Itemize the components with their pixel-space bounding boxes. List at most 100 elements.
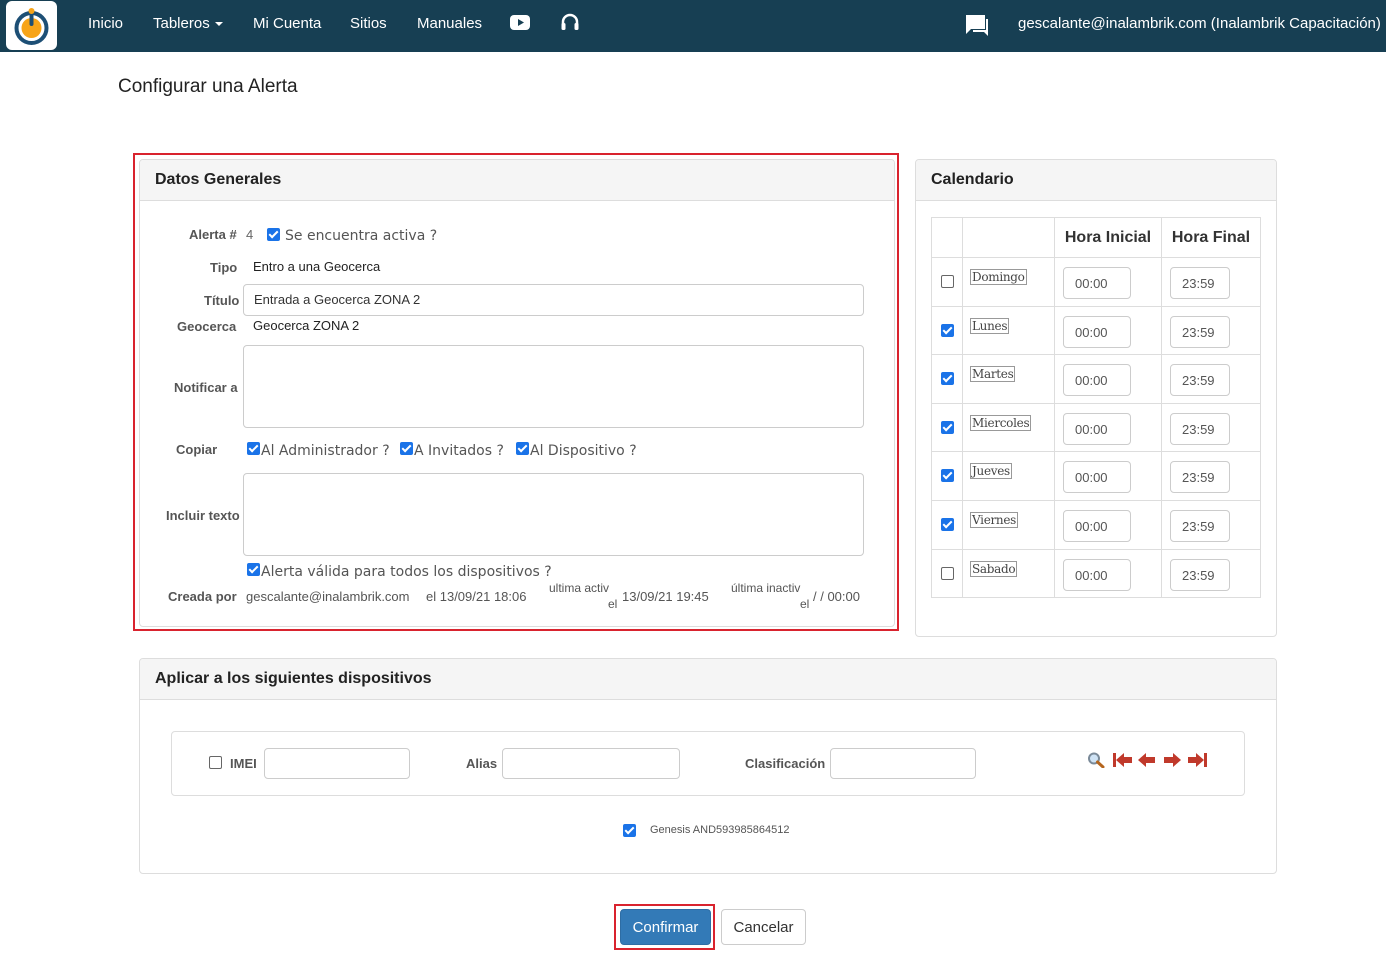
youtube-icon[interactable]: [510, 15, 530, 33]
geocerca-label: Geocerca: [177, 319, 237, 334]
ultima-inactiv-value: / / 00:00: [813, 589, 860, 604]
cancel-button[interactable]: Cancelar: [721, 909, 806, 945]
day-checkbox-domingo[interactable]: [941, 275, 954, 288]
alias-input[interactable]: [502, 748, 680, 779]
day-label-lunes: Lunes: [970, 317, 1010, 334]
start-time-lunes[interactable]: 00:00: [1063, 315, 1131, 348]
calendar-panel-heading: Calendario: [916, 160, 1276, 201]
alerta-number-label: Alerta #: [189, 227, 237, 242]
calendar-row: Lunes 00:00 23:59: [931, 305, 1261, 356]
geocerca-value: Geocerca ZONA 2: [253, 318, 360, 333]
imei-input[interactable]: [264, 748, 410, 779]
day-checkbox-viernes[interactable]: [941, 517, 954, 531]
calendar-row: Sabado 00:00 23:59: [931, 548, 1261, 599]
headset-icon[interactable]: [560, 13, 580, 35]
calendar-table: Hora Inicial Hora Final Domingo 00:00 23…: [931, 217, 1261, 599]
day-checkbox-lunes[interactable]: [941, 323, 954, 337]
creada-por-value: gescalante@inalambrik.com: [246, 589, 410, 604]
titulo-input[interactable]: Entrada a Geocerca ZONA 2: [243, 284, 864, 316]
ultima-activ-label: ultima activ: [549, 581, 610, 595]
end-time-domingo[interactable]: 23:59: [1170, 267, 1230, 299]
first-page-icon[interactable]: [1112, 752, 1134, 771]
alias-label: Alias: [466, 756, 498, 771]
devices-panel-heading: Aplicar a los siguientes dispositivos: [140, 659, 1276, 700]
day-checkbox-sabado[interactable]: [941, 566, 954, 580]
copiar-label: Copiar: [176, 442, 218, 457]
imei-checkbox[interactable]: [209, 756, 222, 769]
all-devices-checkbox[interactable]: [247, 563, 260, 576]
calendar-row: Domingo 00:00 23:59: [931, 257, 1261, 307]
nav-tableros[interactable]: Tableros: [153, 15, 223, 32]
nav-manuales[interactable]: Manuales: [417, 15, 482, 32]
day-checkbox-martes[interactable]: [941, 372, 954, 386]
chat-icon[interactable]: [965, 14, 989, 39]
end-time-sabado[interactable]: 23:59: [1170, 558, 1230, 591]
copy-device-checkbox[interactable]: [516, 442, 529, 455]
device-checkbox[interactable]: [623, 824, 636, 837]
cal-header-check: [931, 217, 963, 258]
page-title: Configurar una Alerta: [118, 76, 298, 97]
clasificacion-label: Clasificación: [745, 756, 826, 771]
creada-fecha: el 13/09/21 18:06: [426, 589, 527, 604]
next-page-icon[interactable]: [1162, 752, 1182, 771]
last-page-icon[interactable]: [1187, 752, 1209, 771]
top-navbar: Inicio Tableros Mi Cuenta Sitios Manuale…: [0, 0, 1386, 52]
incluir-texto-textarea[interactable]: [243, 473, 864, 556]
tipo-value: Entro a una Geocerca: [253, 259, 381, 274]
calendar-row: Viernes 00:00 23:59: [931, 499, 1261, 550]
day-checkbox-miercoles[interactable]: [941, 420, 954, 434]
end-time-martes[interactable]: 23:59: [1170, 364, 1230, 397]
previous-page-icon[interactable]: [1137, 752, 1157, 771]
incluir-texto-label: Incluir texto: [166, 508, 240, 523]
user-menu[interactable]: gescalante@inalambrik.com (Inalambrik Ca…: [1018, 15, 1386, 32]
nav-sitios[interactable]: Sitios: [350, 15, 387, 32]
chevron-down-icon: [214, 22, 223, 27]
tipo-label: Tipo: [210, 260, 238, 275]
imei-label: IMEI: [230, 756, 257, 771]
copy-guests-checkbox[interactable]: [400, 442, 413, 455]
notificar-textarea[interactable]: [243, 345, 864, 428]
ultima-inactiv-label: última inactiv: [731, 581, 801, 595]
start-time-martes[interactable]: 00:00: [1063, 364, 1131, 397]
cal-header-day: [962, 217, 1055, 258]
nav-mi-cuenta[interactable]: Mi Cuenta: [253, 15, 321, 32]
start-time-domingo[interactable]: 00:00: [1063, 267, 1131, 299]
copy-guests-label: A Invitados ?: [414, 443, 504, 459]
day-label-sabado: Sabado: [970, 560, 1018, 577]
start-time-sabado[interactable]: 00:00: [1063, 558, 1131, 591]
day-label-viernes: Viernes: [970, 511, 1019, 528]
clasificacion-input[interactable]: [830, 748, 976, 779]
ultima-activ-el: el: [608, 597, 618, 611]
alerta-number: 4: [246, 227, 254, 242]
calendar-row: Martes 00:00 23:59: [931, 354, 1261, 404]
notificar-label: Notificar a: [174, 380, 238, 395]
copy-admin-label: Al Administrador ?: [261, 443, 390, 459]
all-devices-label: Alerta válida para todos los dispositivo…: [261, 564, 552, 580]
day-checkbox-jueves[interactable]: [941, 469, 954, 483]
search-icon[interactable]: [1087, 752, 1105, 771]
end-time-miercoles[interactable]: 23:59: [1170, 412, 1230, 445]
day-label-miercoles: Miercoles: [970, 414, 1032, 431]
day-label-domingo: Domingo: [970, 269, 1027, 285]
end-time-viernes[interactable]: 23:59: [1170, 509, 1230, 542]
end-time-jueves[interactable]: 23:59: [1170, 461, 1230, 494]
cal-header-end: Hora Final: [1161, 217, 1261, 258]
creada-por-label: Creada por: [168, 589, 237, 604]
calendar-row: Miercoles 00:00 23:59: [931, 402, 1261, 453]
active-checkbox[interactable]: [267, 228, 280, 241]
copy-device-label: Al Dispositivo ?: [530, 443, 637, 459]
app-logo[interactable]: [6, 1, 57, 50]
copy-admin-checkbox[interactable]: [247, 442, 260, 455]
ultima-inactiv-el: el: [800, 597, 810, 611]
start-time-miercoles[interactable]: 00:00: [1063, 412, 1131, 445]
day-label-jueves: Jueves: [970, 463, 1012, 480]
end-time-lunes[interactable]: 23:59: [1170, 315, 1230, 348]
calendar-row: Jueves 00:00 23:59: [931, 451, 1261, 501]
start-time-viernes[interactable]: 00:00: [1063, 509, 1131, 542]
start-time-jueves[interactable]: 00:00: [1063, 461, 1131, 494]
cal-header-start: Hora Inicial: [1054, 217, 1162, 258]
user-label: gescalante@inalambrik.com (Inalambrik Ca…: [1018, 15, 1381, 32]
nav-inicio[interactable]: Inicio: [88, 15, 123, 32]
confirm-button[interactable]: Confirmar: [620, 909, 711, 945]
day-label-martes: Martes: [970, 366, 1016, 383]
